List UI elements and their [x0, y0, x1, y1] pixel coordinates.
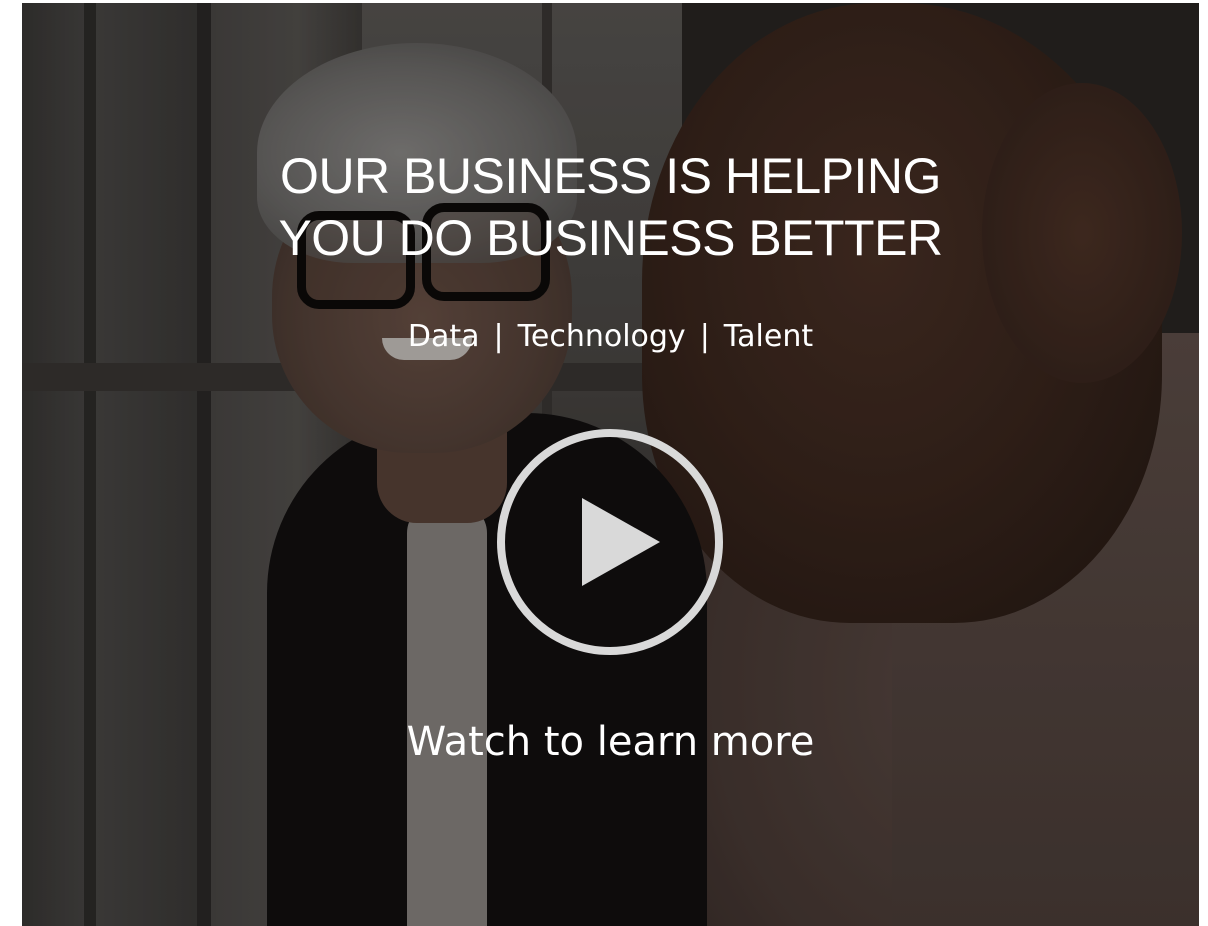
- hero-overlay: OUR BUSINESS IS HELPING YOU DO BUSINESS …: [22, 3, 1199, 926]
- video-hero[interactable]: OUR BUSINESS IS HELPING YOU DO BUSINESS …: [22, 3, 1199, 926]
- tagline-separator: |: [493, 319, 504, 354]
- tagline-item-technology: Technology: [517, 319, 686, 354]
- hero-headline-line-2: YOU DO BUSINESS BETTER: [278, 210, 943, 266]
- play-button[interactable]: [496, 428, 724, 656]
- hero-tagline: Data | Technology | Talent: [22, 317, 1199, 357]
- watch-cta-text[interactable]: Watch to learn more: [22, 717, 1199, 767]
- tagline-separator: |: [699, 319, 710, 354]
- hero-headline: OUR BUSINESS IS HELPING YOU DO BUSINESS …: [22, 145, 1199, 269]
- hero-headline-line-1: OUR BUSINESS IS HELPING: [280, 148, 941, 204]
- tagline-item-talent: Talent: [723, 319, 814, 354]
- tagline-item-data: Data: [407, 319, 480, 354]
- play-circle-icon: [497, 429, 723, 655]
